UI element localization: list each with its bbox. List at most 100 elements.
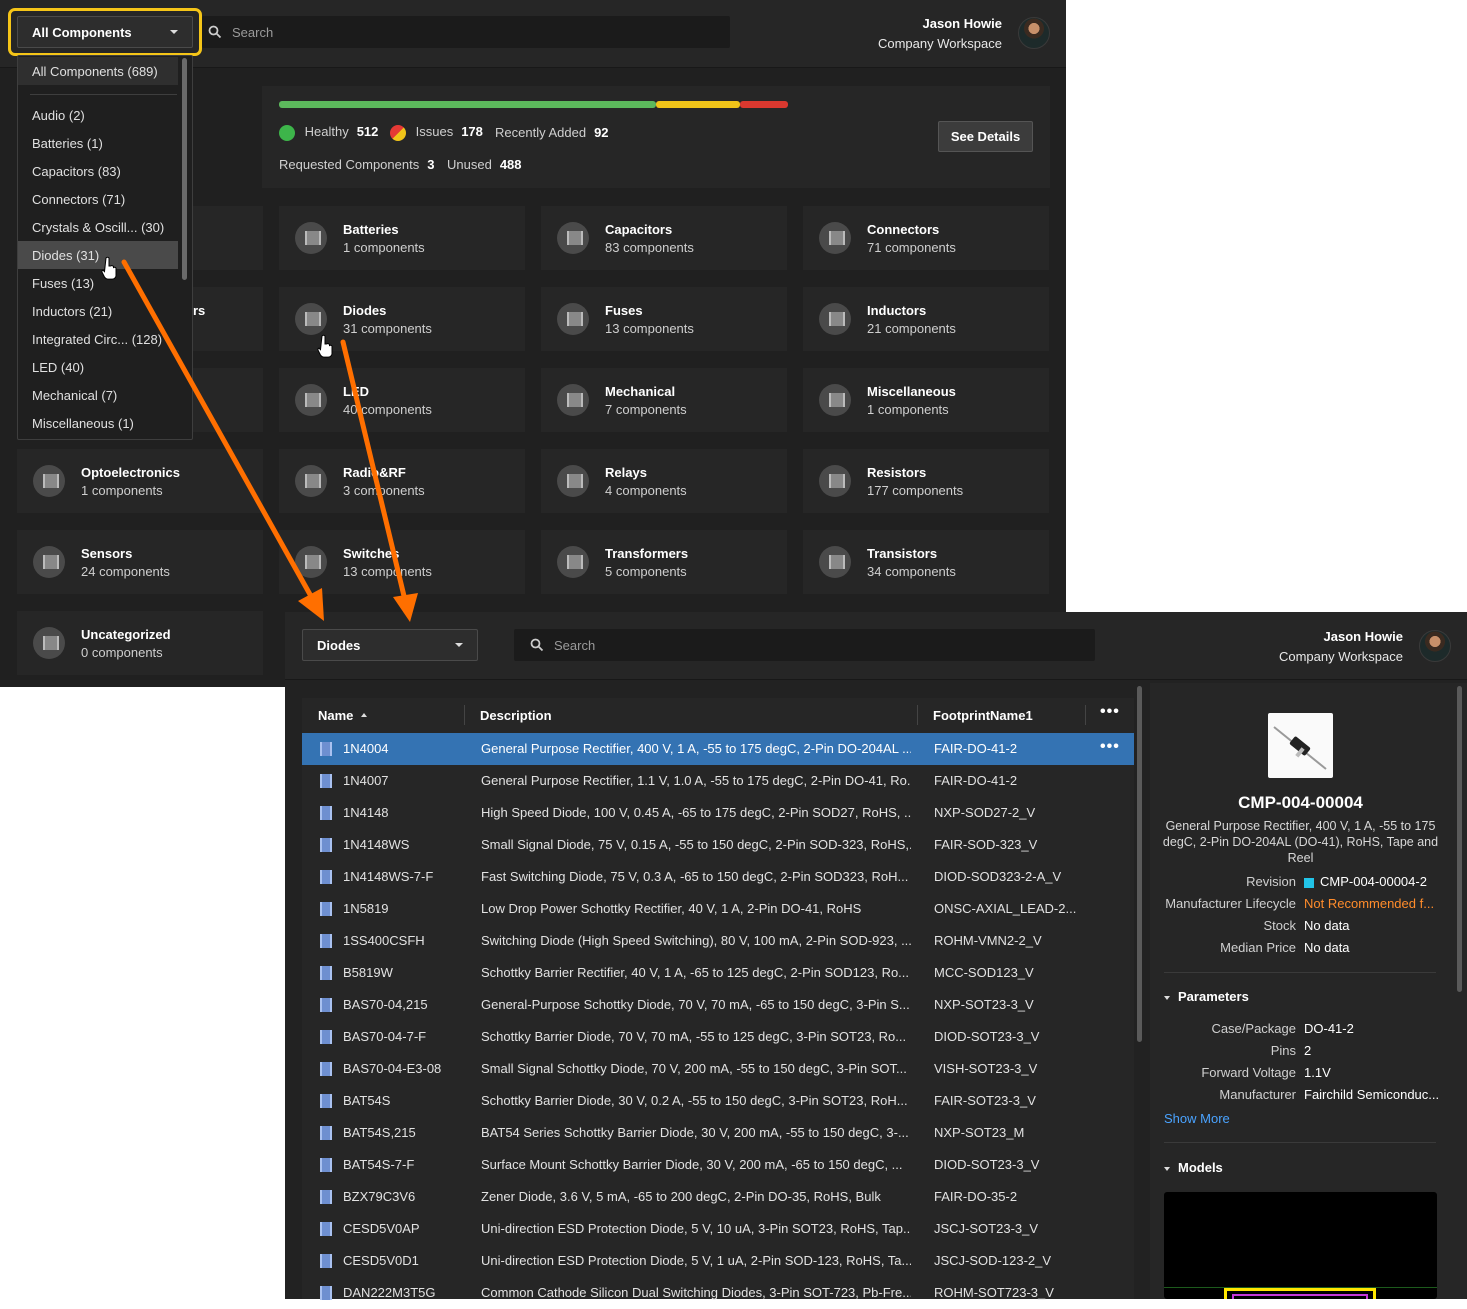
chip-icon bbox=[819, 384, 851, 416]
menu-item[interactable]: Mechanical (7) bbox=[18, 381, 178, 409]
menu-item[interactable]: LED (40) bbox=[18, 353, 178, 381]
tile-count: 40 components bbox=[343, 402, 432, 417]
category-tile[interactable]: Mechanical 7 components bbox=[541, 368, 787, 432]
column-divider[interactable] bbox=[464, 705, 465, 725]
recent-stat[interactable]: Recently Added 92 bbox=[495, 125, 609, 140]
requested-stat[interactable]: Requested Components 3 bbox=[279, 157, 434, 172]
menu-item[interactable]: Capacitors (83) bbox=[18, 157, 178, 185]
tile-name: Sensors bbox=[81, 546, 133, 561]
category-tile[interactable]: Capacitors 83 components bbox=[541, 206, 787, 270]
table-row[interactable]: BZX79C3V6 Zener Diode, 3.6 V, 5 mA, -65 t… bbox=[302, 1181, 1134, 1213]
table-row[interactable]: 1N4004 General Purpose Rectifier, 400 V, … bbox=[302, 733, 1134, 765]
manufacturer-value: Fairchild Semiconduc... bbox=[1304, 1087, 1440, 1102]
column-divider[interactable] bbox=[917, 705, 918, 725]
table-row[interactable]: BAT54S,215 BAT54 Series Schottky Barrier … bbox=[302, 1117, 1134, 1149]
category-tile[interactable]: LED 40 components bbox=[279, 368, 525, 432]
table-row[interactable]: CESD5V0AP Uni-direction ESD Protection Di… bbox=[302, 1213, 1134, 1245]
revision-value[interactable]: CMP-004-00004-2 bbox=[1304, 874, 1427, 889]
menu-item[interactable]: Batteries (1) bbox=[18, 129, 178, 157]
table-row[interactable]: BAS70-04,215 General-Purpose Schottky Dio… bbox=[302, 989, 1134, 1021]
hand-cursor-icon bbox=[101, 256, 117, 280]
healthy-stat[interactable]: Healthy 512 bbox=[279, 124, 378, 141]
menu-item[interactable]: Inductors (21) bbox=[18, 297, 178, 325]
cell-fp: ROHM-VMN2-2_V bbox=[934, 933, 1042, 948]
detail-scrollbar[interactable] bbox=[1457, 686, 1462, 992]
table-row[interactable]: BAT54S-7-F Surface Mount Schottky Barrier… bbox=[302, 1149, 1134, 1181]
menu-item[interactable]: All Components (689) bbox=[18, 57, 178, 85]
menu-item[interactable]: Audio (2) bbox=[18, 101, 178, 129]
table-scrollbar[interactable] bbox=[1137, 686, 1142, 1042]
cell-fp: ROHM-SOT723-3_V bbox=[934, 1285, 1054, 1300]
models-section-toggle[interactable]: Models bbox=[1164, 1160, 1223, 1175]
category-tile[interactable]: Uncategorized 0 components bbox=[17, 611, 263, 675]
category-tile[interactable]: Radio&RF 3 components bbox=[279, 449, 525, 513]
table-row[interactable]: 1SS400CSFH Switching Diode (High Speed Sw… bbox=[302, 925, 1134, 957]
see-details-button[interactable]: See Details bbox=[938, 121, 1033, 152]
table-row[interactable]: 1N5819 Low Drop Power Schottky Rectifier,… bbox=[302, 893, 1134, 925]
cell-fp: NXP-SOT23-3_V bbox=[934, 997, 1034, 1012]
category-tile[interactable]: Miscellaneous 1 components bbox=[803, 368, 1049, 432]
tile-count: 31 components bbox=[343, 321, 432, 336]
menu-item[interactable]: Diodes (31) bbox=[18, 241, 178, 269]
category-tile[interactable]: Resistors 177 components bbox=[803, 449, 1049, 513]
menu-item[interactable]: Crystals & Oscill... (30) bbox=[18, 213, 178, 241]
table-row[interactable]: 1N4148WS Small Signal Diode, 75 V, 0.15 A… bbox=[302, 829, 1134, 861]
row-options-icon[interactable]: ••• bbox=[1100, 738, 1120, 756]
tile-name: Switches bbox=[343, 546, 400, 561]
table-row[interactable]: BAS70-04-E3-08 Small Signal Schottky Diod… bbox=[302, 1053, 1134, 1085]
search-input[interactable]: Search bbox=[514, 629, 1095, 661]
column-header-footprint[interactable]: FootprintName1 bbox=[933, 698, 1033, 732]
tile-name: Inductors bbox=[867, 303, 927, 318]
tile-count: 177 components bbox=[867, 483, 964, 498]
category-tile[interactable]: Inductors 21 components bbox=[803, 287, 1049, 351]
category-tile[interactable]: Diodes 31 components bbox=[279, 287, 525, 351]
category-tile[interactable]: Connectors 71 components bbox=[803, 206, 1049, 270]
table-row[interactable]: CESD5V0D1 Uni-direction ESD Protection Di… bbox=[302, 1245, 1134, 1277]
parameters-section-toggle[interactable]: Parameters bbox=[1164, 989, 1249, 1004]
column-options-icon[interactable]: ••• bbox=[1100, 703, 1120, 721]
category-tile[interactable]: Batteries 1 components bbox=[279, 206, 525, 270]
avatar[interactable] bbox=[1018, 17, 1050, 49]
category-tile[interactable]: Transistors 34 components bbox=[803, 530, 1049, 594]
column-header-name[interactable]: Name bbox=[318, 698, 368, 732]
model-pad bbox=[1232, 1294, 1368, 1299]
table-row[interactable]: 1N4148WS-7-F Fast Switching Diode, 75 V, … bbox=[302, 861, 1134, 893]
category-tile[interactable]: Fuses 13 components bbox=[541, 287, 787, 351]
table-row[interactable]: 1N4007 General Purpose Rectifier, 1.1 V, … bbox=[302, 765, 1134, 797]
avatar[interactable] bbox=[1419, 630, 1451, 662]
category-tile[interactable]: Transformers 5 components bbox=[541, 530, 787, 594]
cell-desc: BAT54 Series Schottky Barrier Diode, 30 … bbox=[481, 1125, 909, 1140]
category-tile[interactable]: Optoelectronics 1 components bbox=[17, 449, 263, 513]
tile-name: LED bbox=[343, 384, 369, 399]
component-description: General Purpose Rectifier, 400 V, 1 A, -… bbox=[1162, 819, 1439, 865]
table-row[interactable]: BAT54S Schottky Barrier Diode, 30 V, 0.2 … bbox=[302, 1085, 1134, 1117]
chip-icon bbox=[320, 806, 332, 820]
table-row[interactable]: DAN222M3T5G Common Cathode Silicon Dual S… bbox=[302, 1277, 1134, 1309]
show-more-link[interactable]: Show More bbox=[1164, 1111, 1230, 1126]
table-row[interactable]: BAS70-04-7-F Schottky Barrier Diode, 70 V… bbox=[302, 1021, 1134, 1053]
recent-label: Recently Added bbox=[495, 125, 587, 140]
workspace-name: Company Workspace bbox=[877, 36, 1002, 51]
menu-item[interactable]: Miscellaneous (1) bbox=[18, 409, 178, 437]
table-row[interactable]: B5819W Schottky Barrier Rectifier, 40 V, … bbox=[302, 957, 1134, 989]
component-id: CMP-004-00004 bbox=[1238, 793, 1363, 812]
menu-item[interactable]: Connectors (71) bbox=[18, 185, 178, 213]
highlight-box bbox=[8, 8, 202, 56]
menu-scrollbar[interactable] bbox=[182, 58, 187, 280]
category-tile[interactable]: Relays 4 components bbox=[541, 449, 787, 513]
category-tile[interactable]: Switches 13 components bbox=[279, 530, 525, 594]
model-preview[interactable] bbox=[1164, 1192, 1437, 1299]
column-header-description[interactable]: Description bbox=[480, 698, 552, 732]
search-input[interactable]: Search bbox=[202, 16, 730, 48]
category-dropdown-diodes[interactable]: Diodes bbox=[302, 629, 478, 661]
menu-item[interactable]: Integrated Circ... (128) bbox=[18, 325, 178, 353]
cell-fp: NXP-SOT23_M bbox=[934, 1125, 1025, 1140]
chip-icon bbox=[320, 1094, 332, 1108]
issues-stat[interactable]: Issues 178 bbox=[390, 124, 483, 141]
unused-stat[interactable]: Unused 488 bbox=[447, 157, 522, 172]
table-row[interactable]: 1N4148 High Speed Diode, 100 V, 0.45 A, -… bbox=[302, 797, 1134, 829]
menu-item[interactable]: Fuses (13) bbox=[18, 269, 178, 297]
tile-count: 34 components bbox=[867, 564, 956, 579]
column-divider[interactable] bbox=[1085, 705, 1086, 725]
category-tile[interactable]: Sensors 24 components bbox=[17, 530, 263, 594]
